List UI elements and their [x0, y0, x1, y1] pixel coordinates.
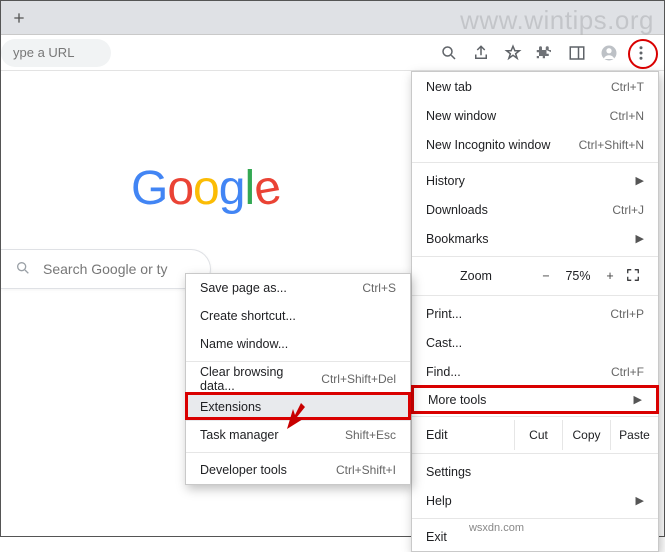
zoom-out-button[interactable]: − [534, 269, 558, 283]
zoom-value: 75% [558, 269, 598, 283]
address-placeholder: ype a URL [13, 45, 74, 60]
menu-settings[interactable]: Settings [412, 457, 658, 486]
chevron-right-icon: ▶ [636, 232, 644, 245]
menu-new-window[interactable]: New windowCtrl+N [412, 101, 658, 130]
extensions-icon[interactable] [536, 44, 554, 62]
new-tab-button[interactable] [7, 6, 31, 30]
submenu-clear-data[interactable]: Clear browsing data...Ctrl+Shift+Del [186, 365, 410, 393]
edit-paste-button[interactable]: Paste [610, 420, 658, 450]
chrome-main-menu: New tabCtrl+T New windowCtrl+N New Incog… [411, 71, 659, 552]
sidepanel-icon[interactable] [568, 44, 586, 62]
submenu-create-shortcut[interactable]: Create shortcut... [186, 302, 410, 330]
menu-edit-row: Edit Cut Copy Paste [412, 420, 658, 450]
search-icon[interactable] [440, 44, 458, 62]
menu-bookmarks[interactable]: Bookmarks▶ [412, 224, 658, 253]
menu-history[interactable]: History▶ [412, 166, 658, 195]
submenu-save-page[interactable]: Save page as...Ctrl+S [186, 274, 410, 302]
zoom-in-button[interactable]: + [598, 269, 622, 283]
edit-cut-button[interactable]: Cut [514, 420, 562, 450]
search-icon [15, 260, 31, 279]
search-placeholder: Search Google or ty [43, 261, 168, 277]
menu-more-tools[interactable]: More tools▶ [411, 385, 659, 414]
star-icon[interactable] [504, 44, 522, 62]
submenu-task-manager[interactable]: Task managerShift+Esc [186, 421, 410, 449]
chevron-right-icon: ▶ [634, 393, 642, 406]
google-search-box[interactable]: Search Google or ty [1, 249, 211, 289]
profile-icon[interactable] [600, 44, 618, 62]
menu-downloads[interactable]: DownloadsCtrl+J [412, 195, 658, 224]
menu-cast[interactable]: Cast... [412, 328, 658, 357]
chevron-right-icon: ▶ [636, 494, 644, 507]
address-bar[interactable]: ype a URL [1, 39, 111, 67]
tab-strip [1, 1, 664, 35]
kebab-menu-icon[interactable] [632, 44, 650, 62]
menu-print[interactable]: Print...Ctrl+P [412, 299, 658, 328]
menu-help[interactable]: Help▶ [412, 486, 658, 515]
edit-copy-button[interactable]: Copy [562, 420, 610, 450]
menu-find[interactable]: Find...Ctrl+F [412, 357, 658, 386]
share-icon[interactable] [472, 44, 490, 62]
submenu-name-window[interactable]: Name window... [186, 330, 410, 358]
chevron-right-icon: ▶ [636, 174, 644, 187]
toolbar: ype a URL [1, 35, 664, 71]
fullscreen-icon[interactable] [622, 268, 644, 285]
google-logo: Google [131, 161, 280, 216]
menu-new-tab[interactable]: New tabCtrl+T [412, 72, 658, 101]
more-tools-submenu: Save page as...Ctrl+S Create shortcut...… [185, 273, 411, 485]
menu-incognito[interactable]: New Incognito windowCtrl+Shift+N [412, 130, 658, 159]
submenu-extensions[interactable]: Extensions [186, 393, 410, 421]
submenu-developer-tools[interactable]: Developer toolsCtrl+Shift+I [186, 456, 410, 484]
menu-zoom: Zoom − 75% + [412, 260, 658, 292]
